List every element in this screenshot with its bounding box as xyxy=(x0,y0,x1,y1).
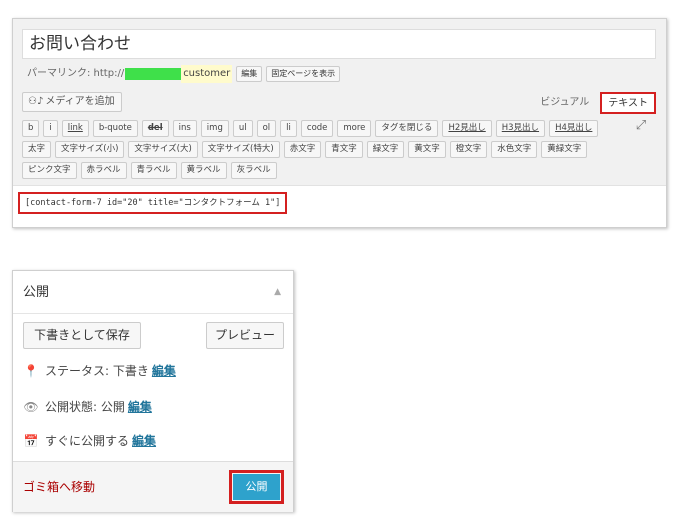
save-draft-button[interactable]: 下書きとして保存 xyxy=(23,322,141,349)
qt-link-button[interactable]: link xyxy=(61,120,89,137)
visibility-label: 公開状態: 公開 xyxy=(45,400,125,414)
qt-red-text-button[interactable]: 赤文字 xyxy=(283,141,322,158)
tab-visual[interactable]: ビジュアル xyxy=(533,92,596,114)
qt-img-button[interactable]: img xyxy=(200,120,229,137)
permalink-label: パーマリンク: http:// xyxy=(27,68,125,79)
publish-box-header[interactable]: 公開 ▲ xyxy=(13,271,293,314)
post-title-input[interactable]: お問い合わせ xyxy=(22,29,656,59)
media-icon: ⚇♪ xyxy=(28,96,44,107)
schedule-edit-link[interactable]: 編集 xyxy=(132,431,156,451)
preview-button[interactable]: プレビュー xyxy=(206,322,284,349)
visibility-row: 👁 公開状態: 公開 編集 xyxy=(23,397,152,417)
calendar-icon: 📅 xyxy=(23,434,39,448)
view-page-button[interactable]: 固定ページを表示 xyxy=(266,66,341,82)
fullscreen-icon[interactable]: ⤢ xyxy=(634,119,648,133)
permalink-edit-button[interactable]: 編集 xyxy=(236,66,263,82)
qt-orange-text-button[interactable]: 橙文字 xyxy=(449,141,488,158)
post-editor: お問い合わせ パーマリンク: http:// customer 編集 固定ページ… xyxy=(12,18,667,228)
qt-del-button[interactable]: del xyxy=(141,120,169,137)
content-textarea[interactable]: [contact-form-7 id="20" title="コンタクトフォーム… xyxy=(13,185,666,227)
qt-blockquote-button[interactable]: b-quote xyxy=(92,120,138,137)
qt-cyan-text-button[interactable]: 水色文字 xyxy=(491,141,538,158)
qt-yellow-label-button[interactable]: 黄ラベル xyxy=(180,162,227,179)
permalink: パーマリンク: http:// customer 編集 固定ページを表示 xyxy=(27,65,341,83)
qt-pink-text-button[interactable]: ピンク文字 xyxy=(22,162,77,179)
qt-gray-label-button[interactable]: 灰ラベル xyxy=(230,162,277,179)
qt-size-xlarge-button[interactable]: 文字サイズ(特大) xyxy=(201,141,280,158)
contact-form-shortcode[interactable]: [contact-form-7 id="20" title="コンタクトフォーム… xyxy=(18,192,288,214)
status-label: ステータス: 下書き xyxy=(45,364,149,378)
quicktags-row-2: 太字 文字サイズ(小) 文字サイズ(大) 文字サイズ(特大) 赤文字 青文字 緑… xyxy=(22,141,591,158)
publish-button-highlight: 公開 xyxy=(229,470,284,504)
qt-code-button[interactable]: code xyxy=(300,120,334,137)
pin-icon: 📍 xyxy=(23,364,39,378)
permalink-domain-mask xyxy=(125,68,182,80)
publish-box-title: 公開 xyxy=(23,285,50,300)
publish-button[interactable]: 公開 xyxy=(233,474,280,500)
qt-italic-button[interactable]: i xyxy=(43,120,58,137)
add-media-button[interactable]: ⚇♪ メディアを追加 xyxy=(22,92,122,112)
qt-ol-button[interactable]: ol xyxy=(256,120,277,137)
status-row: 📍 ステータス: 下書き 編集 xyxy=(23,361,176,381)
move-to-trash-link[interactable]: ゴミ箱へ移動 xyxy=(23,462,95,513)
qt-blue-label-button[interactable]: 青ラベル xyxy=(130,162,177,179)
qt-yellowgreen-text-button[interactable]: 黄緑文字 xyxy=(541,141,588,158)
qt-red-label-button[interactable]: 赤ラベル xyxy=(80,162,127,179)
add-media-label: メディアを追加 xyxy=(45,96,115,107)
editor-mode-tabs: ビジュアル テキスト xyxy=(529,92,656,114)
qt-h4-button[interactable]: H4見出し xyxy=(549,120,599,137)
qt-size-small-button[interactable]: 文字サイズ(小) xyxy=(55,141,125,158)
publish-box: 公開 ▲ 下書きとして保存 プレビュー 📍 ステータス: 下書き 編集 👁 公開… xyxy=(12,270,294,512)
qt-bold-button[interactable]: b xyxy=(22,120,40,137)
qt-strong-button[interactable]: 太字 xyxy=(22,141,52,158)
qt-h2-button[interactable]: H2見出し xyxy=(442,120,492,137)
qt-ins-button[interactable]: ins xyxy=(172,120,197,137)
status-edit-link[interactable]: 編集 xyxy=(152,361,176,381)
qt-more-button[interactable]: more xyxy=(337,120,372,137)
qt-close-tags-button[interactable]: タグを閉じる xyxy=(375,120,439,137)
permalink-slug[interactable]: customer xyxy=(181,65,233,83)
schedule-label: すぐに公開する xyxy=(45,434,130,448)
qt-h3-button[interactable]: H3見出し xyxy=(495,120,546,137)
publish-box-footer: ゴミ箱へ移動 公開 xyxy=(13,461,293,512)
qt-li-button[interactable]: li xyxy=(280,120,297,137)
schedule-row: 📅 すぐに公開する 編集 xyxy=(23,431,157,451)
qt-blue-text-button[interactable]: 青文字 xyxy=(325,141,363,158)
tab-text[interactable]: テキスト xyxy=(600,92,656,114)
qt-size-large-button[interactable]: 文字サイズ(大) xyxy=(128,141,198,158)
quicktags-row-3: ピンク文字 赤ラベル 青ラベル 黄ラベル 灰ラベル xyxy=(22,162,281,179)
eye-icon: 👁 xyxy=(23,400,39,414)
visibility-edit-link[interactable]: 編集 xyxy=(128,397,152,417)
collapse-arrow-icon[interactable]: ▲ xyxy=(274,271,281,314)
qt-green-text-button[interactable]: 緑文字 xyxy=(366,141,405,158)
qt-ul-button[interactable]: ul xyxy=(232,120,253,137)
qt-yellow-text-button[interactable]: 黄文字 xyxy=(408,141,446,158)
quicktags-row-1: b i link b-quote del ins img ul ol li co… xyxy=(22,120,602,137)
